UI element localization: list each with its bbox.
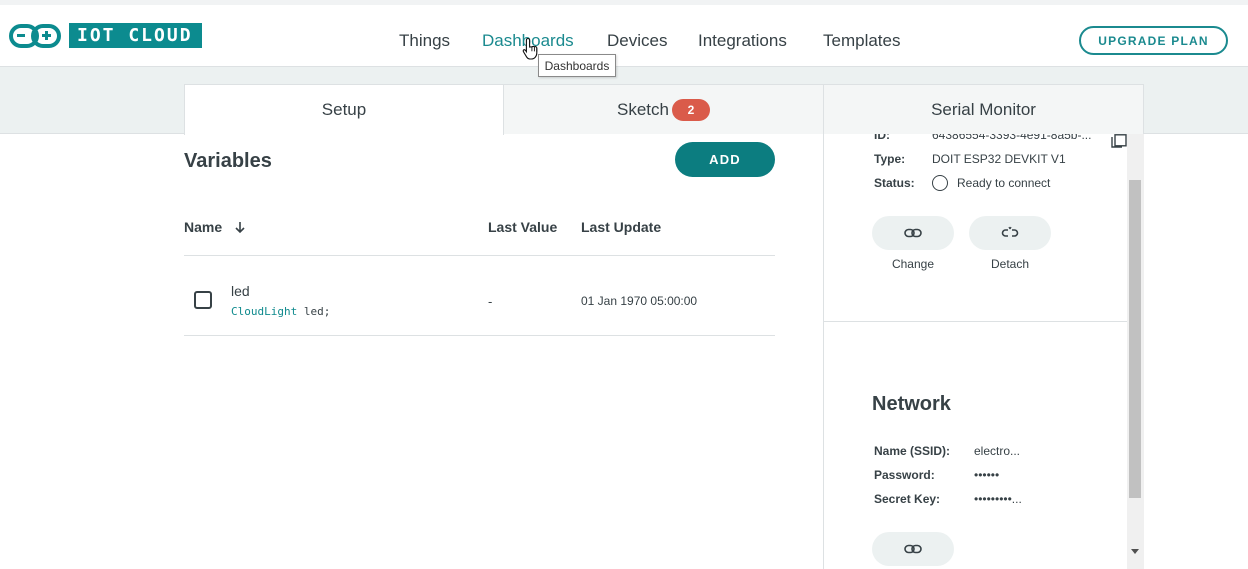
detach-device-button[interactable]	[969, 216, 1051, 250]
iot-cloud-logo[interactable]: IOT CLOUD	[9, 23, 202, 48]
change-label: Change	[891, 257, 935, 271]
add-variable-button[interactable]: ADD	[675, 142, 775, 177]
password-value: ••••••	[974, 468, 1000, 482]
link-icon	[904, 228, 922, 238]
column-header-last-update: Last Update	[581, 219, 662, 235]
link-icon	[904, 544, 922, 554]
network-ssid-row: Name (SSID): electro...	[874, 444, 1020, 458]
device-status-label: Status:	[874, 176, 915, 190]
detach-label: Detach	[990, 257, 1030, 271]
variable-last-update: 01 Jan 1970 05:00:00	[581, 294, 698, 308]
device-network-panel: ID: 64386554-3393-4e91-8a5b-... Type: DOIT…	[823, 134, 1144, 569]
tab-setup[interactable]: Setup	[184, 84, 504, 135]
tab-sketch-label: Sketch	[617, 99, 669, 119]
nav-templates[interactable]: Templates	[823, 31, 900, 51]
variable-decl-text: led;	[297, 305, 331, 318]
device-type-label: Type:	[874, 152, 906, 166]
panel-divider	[824, 321, 1129, 322]
device-status-row: Status: Ready to connect	[874, 175, 1050, 191]
logo-text: IOT CLOUD	[69, 23, 202, 48]
thing-tabs: Setup Sketch 2 Serial Monitor	[184, 84, 1144, 135]
hand-cursor-icon	[522, 37, 538, 60]
nav-integrations[interactable]: Integrations	[698, 31, 787, 51]
sketch-count-badge: 2	[671, 98, 710, 121]
tab-serial-monitor[interactable]: Serial Monitor	[824, 84, 1144, 134]
sort-down-arrow-icon	[235, 222, 245, 234]
tab-serial-monitor-label: Serial Monitor	[931, 99, 1036, 119]
nav-devices[interactable]: Devices	[607, 31, 667, 51]
arduino-logo-icon	[9, 23, 61, 48]
column-header-last-value: Last Value	[488, 219, 558, 235]
variable-last-value: -	[488, 294, 493, 309]
top-bar: IOT CLOUD Things Dashboards Devices Inte…	[0, 0, 1248, 67]
network-secret-row: Secret Key: •••••••••...	[874, 492, 1022, 506]
nav-things[interactable]: Things	[399, 31, 450, 51]
column-name-label: Name	[184, 219, 223, 235]
change-network-button[interactable]	[872, 532, 954, 566]
scrollbar-thumb[interactable]	[1129, 180, 1141, 498]
ssid-value: electro...	[974, 444, 1021, 458]
tooltip: Dashboards	[538, 54, 616, 77]
unlink-icon	[1001, 226, 1019, 237]
status-indicator-icon	[932, 175, 948, 191]
table-row-divider	[184, 335, 775, 336]
network-title: Network	[872, 393, 951, 415]
device-type-row: Type: DOIT ESP32 DEVKIT V1	[874, 152, 1066, 166]
tab-setup-label: Setup	[321, 100, 367, 119]
password-label: Password:	[874, 468, 935, 482]
device-id-row: ID: 64386554-3393-4e91-8a5b-...	[874, 134, 1091, 142]
device-id-value: 64386554-3393-4e91-8a5b-...	[932, 134, 1092, 142]
device-status-value: Ready to connect	[957, 176, 1051, 190]
ssid-label: Name (SSID):	[874, 444, 951, 458]
tab-sketch[interactable]: Sketch 2	[504, 84, 824, 134]
device-id-label: ID:	[874, 134, 890, 142]
copy-icon[interactable]	[1110, 134, 1128, 148]
secret-key-label: Secret Key:	[874, 492, 941, 506]
panel-scrollbar[interactable]	[1127, 134, 1144, 569]
network-password-row: Password: ••••••	[874, 468, 999, 482]
device-type-value: DOIT ESP32 DEVKIT V1	[932, 152, 1066, 166]
variable-type: CloudLight	[231, 305, 298, 318]
upgrade-plan-button[interactable]: UPGRADE PLAN	[1079, 26, 1228, 55]
variable-declaration: CloudLight led;	[231, 305, 330, 318]
scroll-down-arrow-icon[interactable]	[1131, 549, 1139, 554]
variable-name[interactable]: led	[231, 283, 250, 299]
column-header-name[interactable]: Name	[184, 219, 246, 235]
secret-key-value: •••••••••...	[974, 492, 1022, 506]
table-header-divider	[184, 255, 775, 256]
change-device-button[interactable]	[872, 216, 954, 250]
tab-band: Setup Sketch 2 Serial Monitor	[0, 67, 1248, 135]
row-checkbox[interactable]	[194, 291, 212, 309]
variables-title: Variables	[184, 150, 272, 172]
